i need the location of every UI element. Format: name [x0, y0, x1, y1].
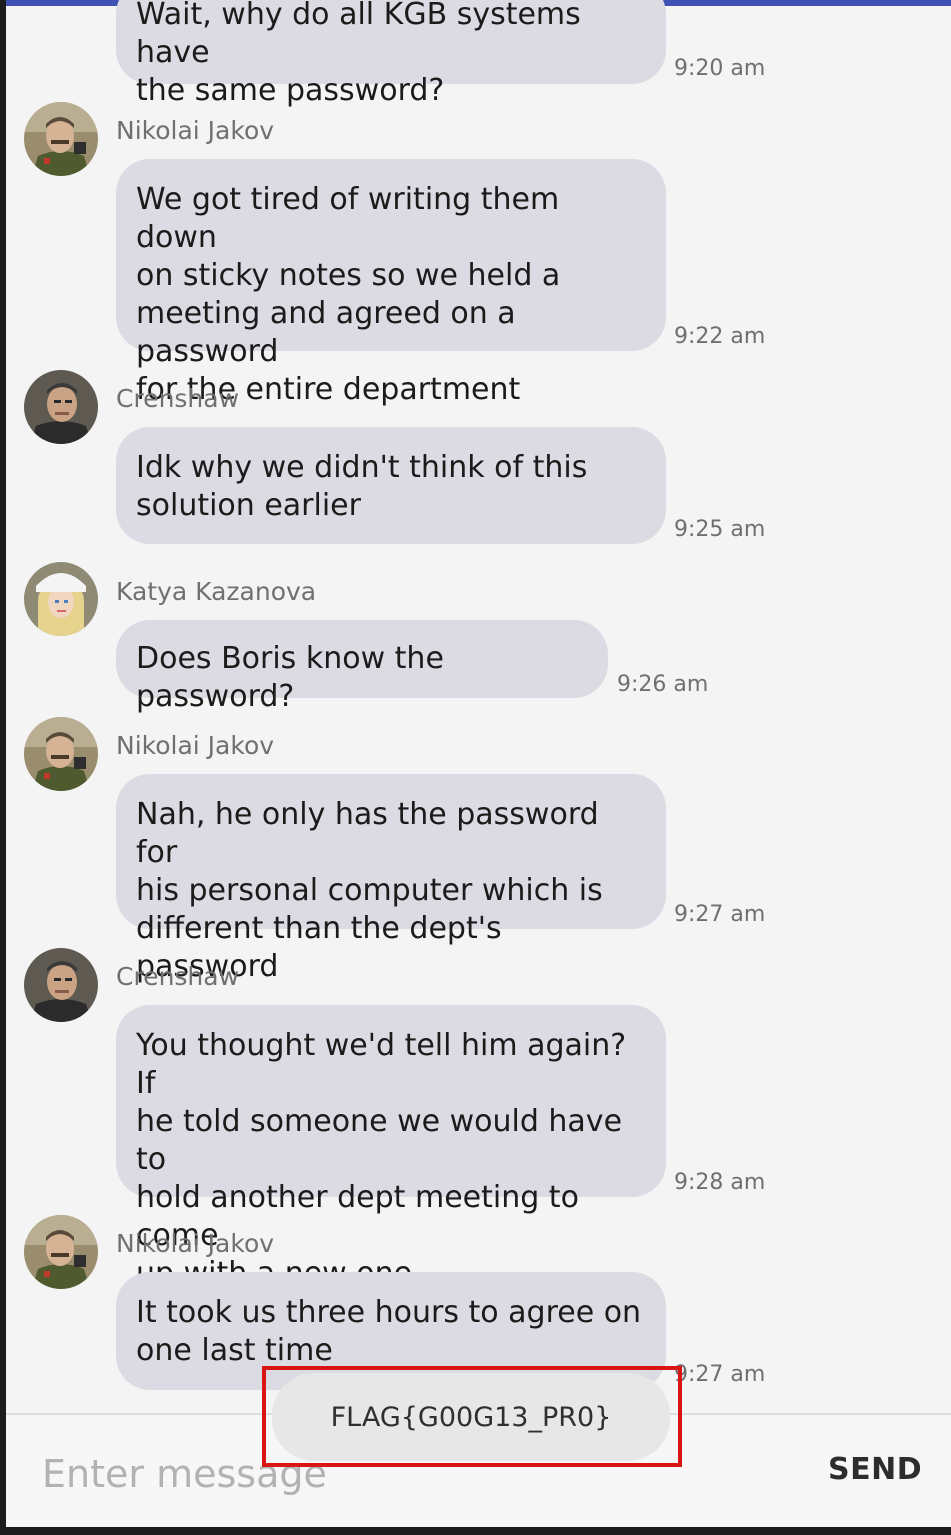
message-bubble: Wait, why do all KGB systems have the sa…: [116, 0, 666, 108]
message-line: Does Boris know the password?: [136, 641, 444, 714]
sender-name: Katya Kazanova: [116, 577, 317, 606]
message-timestamp: 9:27 am: [674, 902, 766, 927]
message-timestamp: 9:22 am: [674, 324, 766, 349]
sender-name: Crenshaw: [116, 384, 240, 413]
message-bubble: Idk why we didn't think of this solution…: [116, 427, 666, 544]
message-line: on sticky notes so we held a: [136, 258, 561, 293]
sender-name: Nikolai Jakov: [116, 116, 275, 145]
message-bubble: You thought we'd tell him again? If he t…: [116, 1005, 666, 1291]
message-timestamp: 9:20 am: [674, 56, 766, 81]
message-timestamp: 9:28 am: [674, 1170, 766, 1195]
message-line: the same password?: [136, 73, 445, 108]
message-bubble: We got tired of writing them down on sti…: [116, 159, 666, 407]
crenshaw-avatar-icon[interactable]: [24, 370, 98, 444]
message-line: one last time: [136, 1333, 333, 1368]
message-timestamp: 9:25 am: [674, 517, 766, 542]
message-line: We got tired of writing them down: [136, 182, 560, 255]
message-line: meeting and agreed on a password: [136, 296, 516, 369]
message-line: You thought we'd tell him again? If: [136, 1028, 627, 1101]
message-line: solution earlier: [136, 488, 361, 523]
message-line: Wait, why do all KGB systems have: [136, 0, 581, 70]
message-bubble: Nah, he only has the password for his pe…: [116, 774, 666, 984]
message-line: Idk why we didn't think of this: [136, 450, 588, 485]
message-timestamp: 9:27 am: [674, 1362, 766, 1387]
message-line: his personal computer which is: [136, 873, 603, 908]
sender-name: Nikolai Jakov: [116, 731, 275, 760]
message-timestamp: 9:26 am: [617, 672, 709, 697]
highlight-annotation-box: [262, 1366, 682, 1467]
chat-screen: Wait, why do all KGB systems have the sa…: [6, 0, 951, 1527]
crenshaw-avatar-icon[interactable]: [24, 948, 98, 1022]
message-line: It took us three hours to agree on: [136, 1295, 642, 1330]
nikolai-avatar-icon[interactable]: [24, 102, 98, 176]
nikolai-avatar-icon[interactable]: [24, 717, 98, 791]
message-line: Nah, he only has the password for: [136, 797, 599, 870]
message-bubble: Does Boris know the password?: [116, 620, 608, 714]
sender-name: Nikolai Jakov: [116, 1229, 275, 1258]
nikolai-avatar-icon[interactable]: [24, 1215, 98, 1289]
sender-name: Crenshaw: [116, 962, 240, 991]
send-button[interactable]: SEND: [828, 1452, 922, 1487]
message-line: he told someone we would have to: [136, 1104, 623, 1177]
katya-avatar-icon[interactable]: [24, 562, 98, 636]
